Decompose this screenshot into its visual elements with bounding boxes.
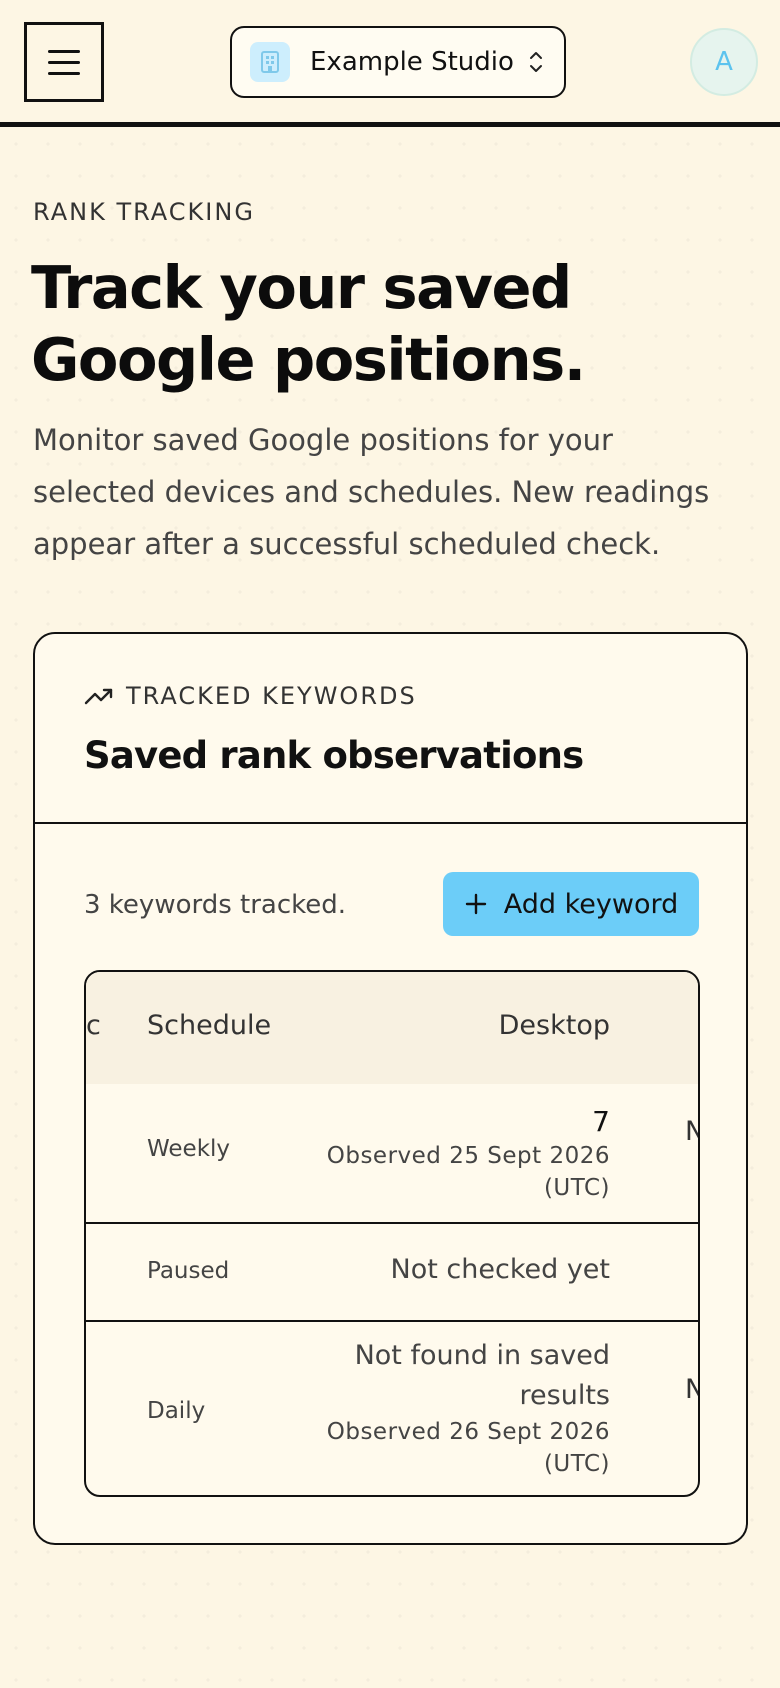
mobile-cell-clipped: N [685,1116,698,1147]
desktop-status-line-2: results [519,1380,610,1411]
desktop-cell: 7 Observed 25 Sept 2026 (UTC) [327,1104,610,1204]
desktop-status-line-1: Not found in saved [354,1340,610,1371]
keywords-table[interactable]: c Schedule Desktop Weekly 7 Observed 25 … [84,970,700,1497]
card-eyebrow-label: TRACKED KEYWORDS [126,682,417,710]
desktop-cell: Not found in saved results Observed 26 S… [327,1336,610,1480]
add-keyword-label: Add keyword [503,888,679,920]
building-icon [250,42,290,82]
mobile-cell-clipped: N [685,1374,698,1405]
card-title: Saved rank observations [84,734,584,777]
schedule-cell: Weekly [147,1136,231,1162]
avatar[interactable]: A [690,28,758,96]
column-header-schedule: Schedule [147,1010,272,1041]
desktop-rank: 7 [592,1105,610,1138]
table-row: Paused Not checked yet [86,1222,698,1320]
menu-button[interactable] [24,22,104,102]
desktop-observed: Observed 26 Sept 2026 [326,1419,610,1445]
desktop-timezone: (UTC) [543,1451,610,1477]
keyword-count: 3 keywords tracked. [84,890,347,920]
workspace-name: Example Studio [310,47,514,77]
hamburger-icon [48,49,80,53]
card-eyebrow: TRACKED KEYWORDS [84,682,417,710]
card-header: TRACKED KEYWORDS Saved rank observations [35,634,746,824]
trending-up-icon [84,688,113,705]
tracked-keywords-card: TRACKED KEYWORDS Saved rank observations… [33,632,748,1545]
table-row: Daily Not found in saved results Observe… [86,1320,698,1495]
column-header-clipped: c [86,1010,101,1041]
table-row: Weekly 7 Observed 25 Sept 2026 (UTC) N [86,1082,698,1222]
page-description: Monitor saved Google positions for your … [33,423,710,561]
desktop-timezone: (UTC) [543,1175,610,1201]
desktop-status: Not checked yet [390,1254,610,1285]
add-keyword-button[interactable]: Add keyword [443,872,699,936]
plus-icon [465,893,486,915]
desktop-observed: Observed 25 Sept 2026 [326,1143,610,1169]
column-header-desktop: Desktop [498,1010,610,1041]
chevron-up-down-icon [526,46,546,78]
page-eyebrow: RANK TRACKING [33,198,255,226]
schedule-cell: Paused [147,1258,230,1284]
page-title-line-2: Google positions. [31,325,586,394]
top-bar: Example Studio A [0,0,780,127]
desktop-cell: Not checked yet [391,1250,610,1290]
page-title: Track your saved Google positions. [31,252,731,396]
table-header: c Schedule Desktop [86,972,698,1084]
workspace-switcher[interactable]: Example Studio [230,26,566,98]
schedule-cell: Daily [147,1398,206,1424]
page-title-line-1: Track your saved [31,253,572,322]
